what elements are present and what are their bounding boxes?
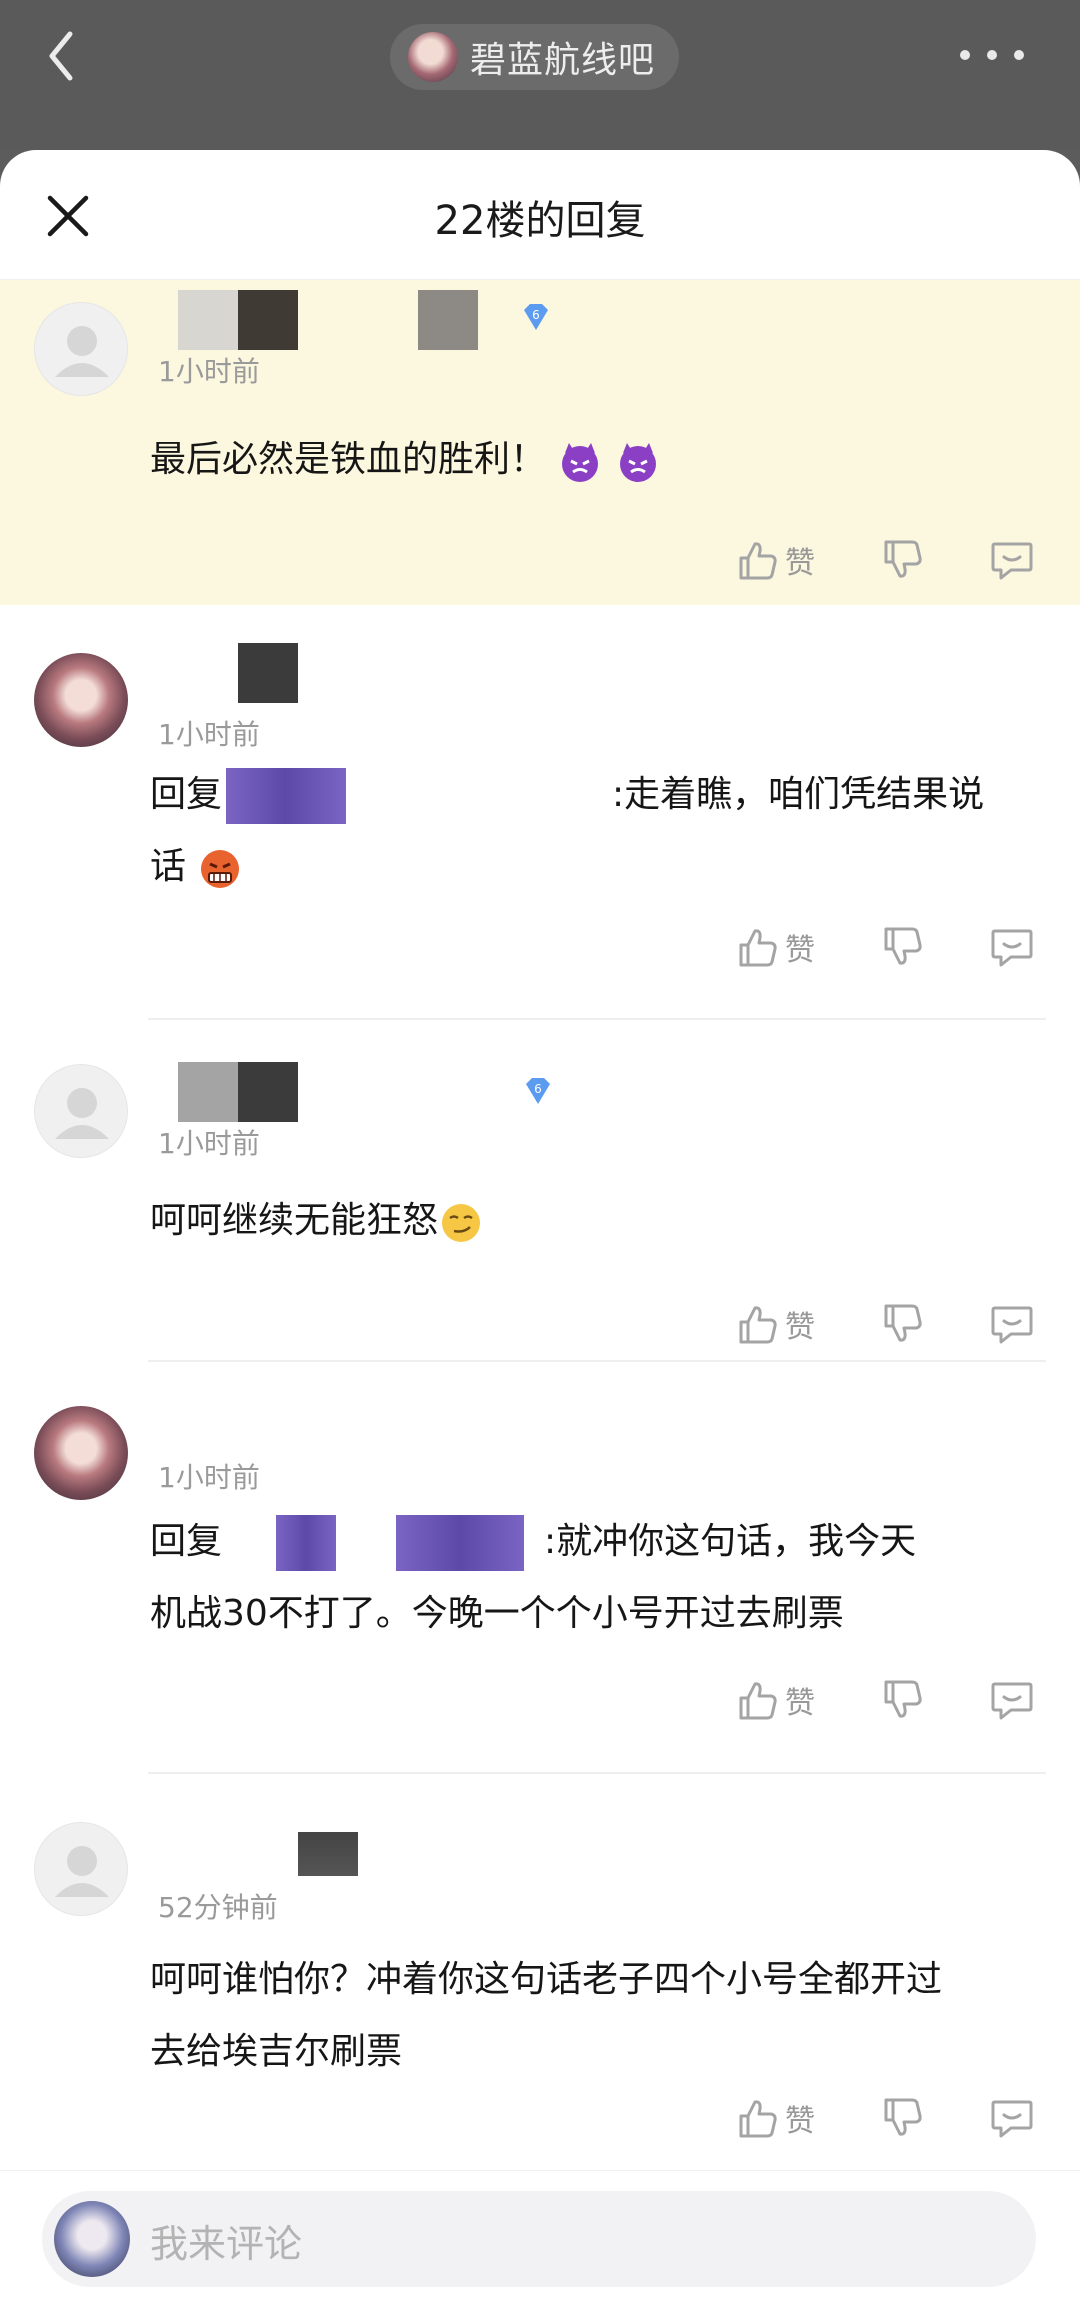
thumbs-down-icon[interactable]	[880, 2096, 924, 2144]
like-button[interactable]: 赞	[735, 1302, 815, 1346]
username-redacted[interactable]	[158, 1062, 558, 1122]
thumbs-up-icon	[739, 2100, 777, 2138]
comment-time: 1小时前	[158, 355, 260, 388]
list-item: 6 1小时前 呵呵继续无能狂怒 赞	[0, 1020, 1080, 1360]
avatar[interactable]	[34, 1406, 128, 1500]
avatar[interactable]	[34, 1822, 128, 1916]
like-label: 赞	[785, 933, 815, 968]
more-options-icon[interactable]	[960, 40, 1024, 70]
sheet-title: 22楼的回复	[434, 198, 646, 244]
comment-body: :就冲你这句话，我今天	[544, 1521, 917, 1562]
like-label: 赞	[785, 1686, 815, 1721]
reply-prefix: 回复	[150, 1521, 223, 1562]
like-button[interactable]: 赞	[735, 1678, 815, 1722]
like-button[interactable]: 赞	[735, 925, 815, 969]
reply-icon[interactable]	[989, 1302, 1035, 1350]
level-badge-icon: 6	[522, 1076, 554, 1106]
comment-actions: 赞	[735, 925, 1035, 985]
back-icon[interactable]	[38, 26, 88, 86]
reply-icon[interactable]	[989, 925, 1035, 973]
comment-actions: 赞	[735, 1302, 1035, 1362]
comment-actions: 赞	[735, 538, 1035, 598]
thumbs-up-icon	[739, 1682, 777, 1720]
avatar[interactable]	[34, 1064, 128, 1158]
comment-body-line2: 机战30不打了。今晚一个个小号开过去刷票	[150, 1593, 844, 1634]
comment-body: 呵呵谁怕你？冲着你这句话老子四个小号全都开过	[150, 1959, 943, 2000]
reply-icon[interactable]	[989, 1678, 1035, 1726]
comment-text: 呵呵谁怕你？冲着你这句话老子四个小号全都开过 去给埃吉尔刷票	[150, 1944, 1030, 2088]
comment-time: 52分钟前	[158, 1891, 278, 1924]
comment-text: 呵呵继续无能狂怒	[150, 1185, 1030, 1257]
comment-time: 1小时前	[158, 1461, 260, 1494]
list-item: 1小时前 回复:就冲你这句话，我今天 机战30不打了。今晚一个个小号开过去刷票 …	[0, 1362, 1080, 1774]
smirk-emoji-icon	[438, 1199, 484, 1245]
like-label: 赞	[785, 546, 815, 581]
list-item: 52分钟前 呵呵谁怕你？冲着你这句话老子四个小号全都开过 去给埃吉尔刷票 赞	[0, 1774, 1080, 2170]
level-badge-icon: 6	[520, 302, 552, 332]
username-redacted[interactable]	[158, 643, 558, 703]
thumbs-up-icon	[739, 929, 777, 967]
mention-redacted[interactable]	[396, 1515, 525, 1571]
comment-input[interactable]: 我来评论	[42, 2191, 1036, 2287]
list-item: 1小时前 回复 :走着瞧，咱们凭结果说 话 赞	[0, 605, 1080, 1020]
forum-name: 碧蓝航线吧	[470, 40, 656, 81]
replies-sheet: 22楼的回复 6 1小时前 最后必然是铁血的胜利！ 赞 1小时前 回复:走着瞧…	[0, 150, 1080, 2310]
reply-prefix: 回复	[150, 774, 223, 815]
thumbs-down-icon[interactable]	[880, 925, 924, 973]
username-redacted[interactable]	[158, 290, 558, 350]
forum-avatar	[408, 32, 458, 82]
comment-body: :走着瞧，咱们凭结果说	[612, 774, 985, 815]
angry-devil-emoji-icon	[557, 438, 603, 484]
comment-text: 最后必然是铁血的胜利！	[150, 424, 1030, 496]
like-label: 赞	[785, 1310, 815, 1345]
my-avatar	[54, 2201, 130, 2277]
mention-redacted[interactable]	[276, 1515, 337, 1571]
reply-icon[interactable]	[989, 2096, 1035, 2144]
comment-body-line2: 去给埃吉尔刷票	[150, 2031, 403, 2072]
reply-icon[interactable]	[989, 538, 1035, 586]
thumbs-down-icon[interactable]	[880, 1302, 924, 1350]
thumbs-down-icon[interactable]	[880, 1678, 924, 1726]
top-bar: 碧蓝航线吧	[0, 0, 1080, 150]
forum-title-pill[interactable]: 碧蓝航线吧	[390, 24, 680, 90]
svg-text:6: 6	[534, 1082, 542, 1096]
angry-devil-emoji-icon	[615, 438, 661, 484]
comment-body: 呵呵继续无能狂怒	[150, 1200, 439, 1241]
sheet-header: 22楼的回复	[0, 150, 1080, 280]
like-label: 赞	[785, 2104, 815, 2139]
like-button[interactable]: 赞	[735, 538, 815, 582]
thumbs-up-icon	[739, 1306, 777, 1344]
username-redacted[interactable]	[158, 1832, 558, 1892]
thumbs-up-icon	[739, 542, 777, 580]
svg-text:6: 6	[532, 308, 540, 322]
list-item: 6 1小时前 最后必然是铁血的胜利！ 赞	[0, 280, 1080, 605]
comment-actions: 赞	[735, 1678, 1035, 1738]
comment-body-line2: 话	[150, 846, 187, 887]
mention-redacted[interactable]	[226, 768, 347, 824]
comment-text: 回复 :走着瞧，咱们凭结果说 话	[150, 759, 1030, 903]
comment-time: 1小时前	[158, 1127, 260, 1160]
comment-text: 回复 :就冲你这句话，我今天 机战30不打了。今晚一个个小号开过去刷票	[150, 1506, 1030, 1650]
grimacing-angry-emoji-icon	[197, 845, 243, 891]
like-button[interactable]: 赞	[735, 2096, 815, 2140]
avatar[interactable]	[34, 302, 128, 396]
comment-input-placeholder: 我来评论	[150, 2222, 303, 2266]
comment-actions: 赞	[735, 2096, 1035, 2156]
comment-composer: 我来评论	[0, 2170, 1080, 2310]
avatar[interactable]	[34, 653, 128, 747]
thumbs-down-icon[interactable]	[880, 538, 924, 586]
comment-body: 最后必然是铁血的胜利！	[150, 439, 547, 480]
comment-time: 1小时前	[158, 718, 260, 751]
